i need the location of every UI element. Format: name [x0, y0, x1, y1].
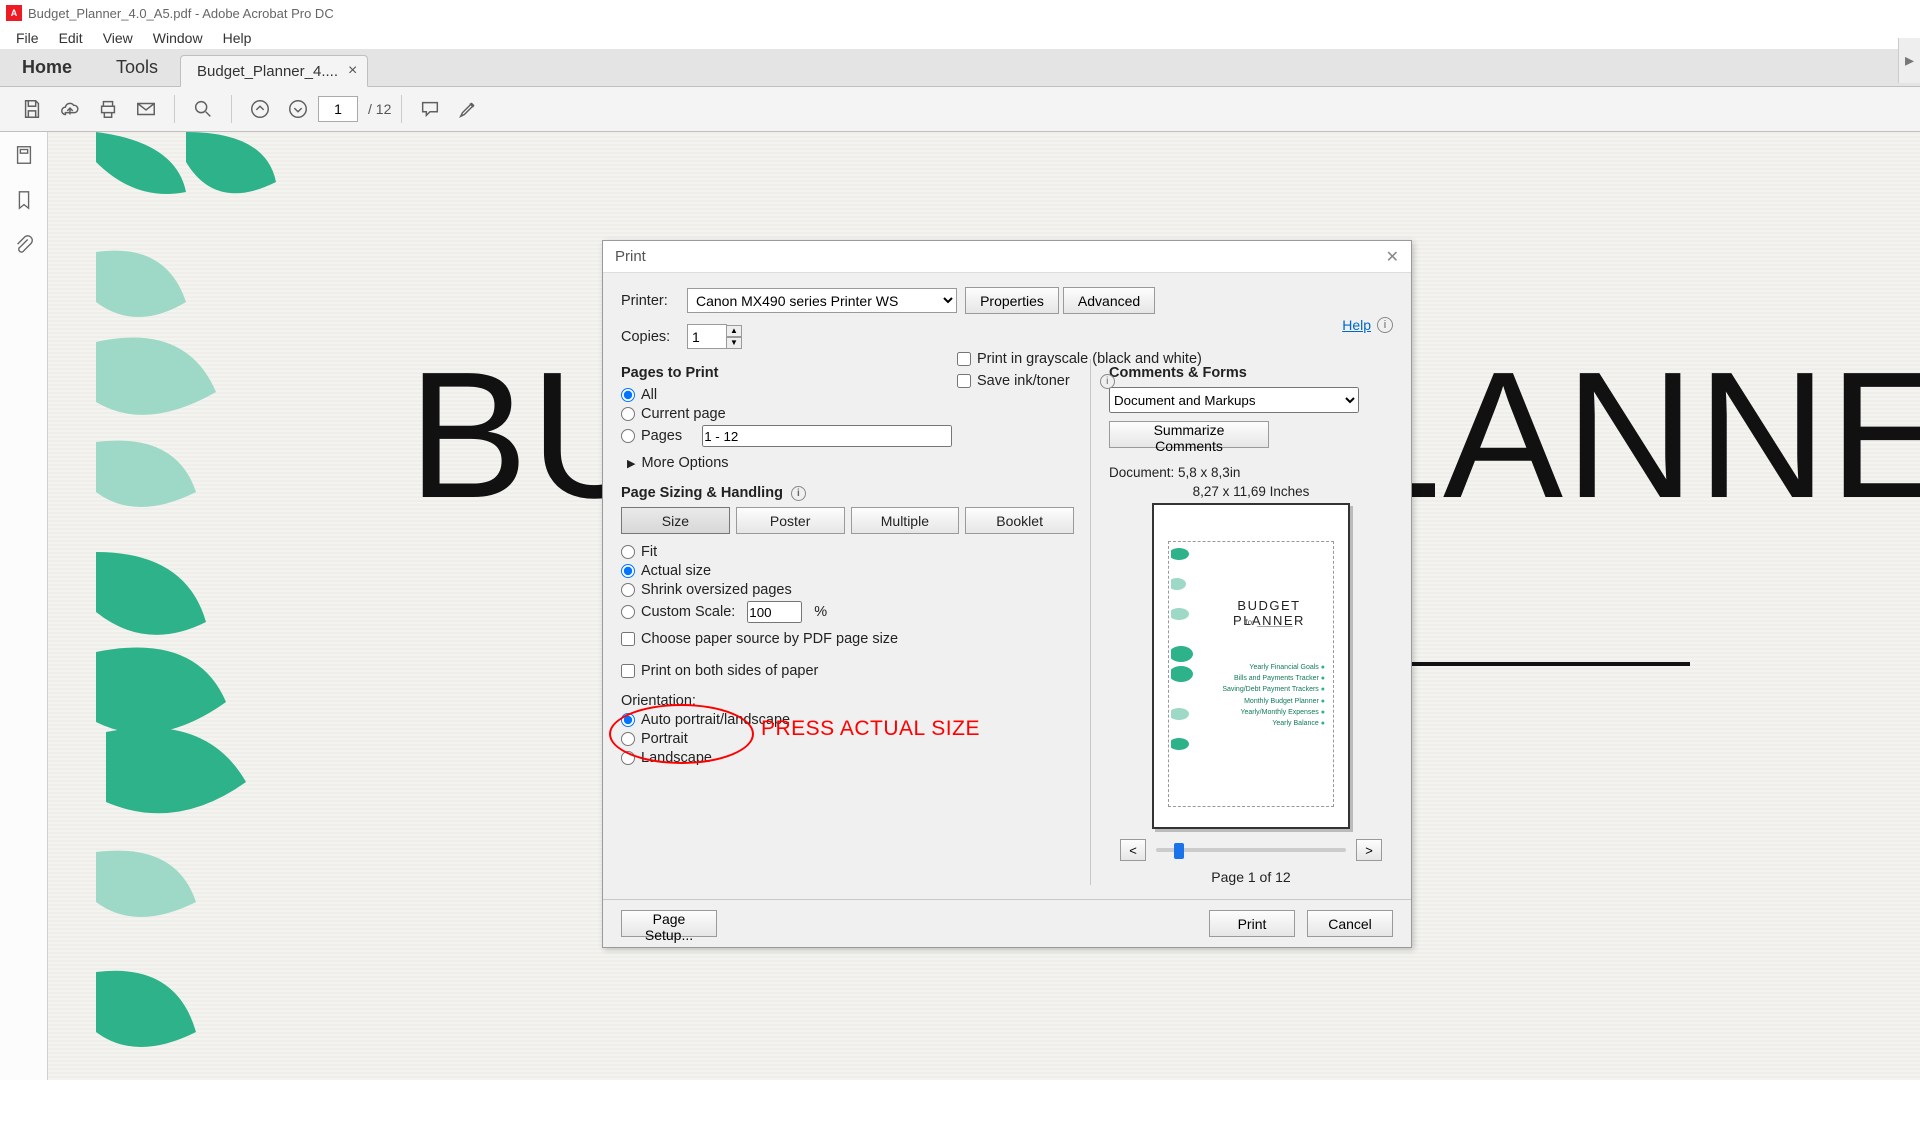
pages-range-input[interactable] [702, 425, 952, 447]
preview-slider-thumb[interactable] [1174, 843, 1184, 859]
copies-input[interactable] [687, 324, 727, 349]
radio-all-label: All [641, 387, 657, 403]
printer-label: Printer: [621, 293, 687, 309]
seg-multiple-button[interactable]: Multiple [851, 507, 960, 534]
advanced-button[interactable]: Advanced [1063, 287, 1155, 314]
radio-landscape[interactable] [621, 751, 635, 765]
cancel-button[interactable]: Cancel [1307, 910, 1393, 937]
preview-for: for ________ [1211, 618, 1327, 627]
print-button[interactable]: Print [1209, 910, 1295, 937]
dialog-titlebar[interactable]: Print ✕ [603, 241, 1411, 273]
dialog-overlay: Print ✕ Help i Printer: Canon MX490 seri… [0, 0, 1920, 1080]
radio-actual-size[interactable] [621, 564, 635, 578]
summarize-comments-button[interactable]: Summarize Comments [1109, 421, 1269, 448]
radio-landscape-label: Landscape [641, 750, 712, 766]
radio-pages[interactable] [621, 429, 635, 443]
radio-custom-scale[interactable] [621, 605, 635, 619]
seg-size-button[interactable]: Size [621, 507, 730, 534]
custom-scale-pct: % [814, 604, 827, 620]
preview-slider[interactable] [1156, 848, 1346, 852]
radio-all[interactable] [621, 388, 635, 402]
printer-select[interactable]: Canon MX490 series Printer WS [687, 288, 957, 313]
more-options-toggle[interactable]: ▶More Options [627, 455, 1074, 471]
radio-shrink-label: Shrink oversized pages [641, 582, 792, 598]
radio-custom-scale-label: Custom Scale: [641, 604, 735, 620]
orientation-label: Orientation: [621, 693, 1074, 709]
both-sides-checkbox[interactable] [621, 664, 635, 678]
copies-label: Copies: [621, 329, 687, 345]
radio-current-page[interactable] [621, 407, 635, 421]
radio-fit-label: Fit [641, 544, 657, 560]
radio-fit[interactable] [621, 545, 635, 559]
preview-next-button[interactable]: > [1356, 839, 1382, 861]
document-dimensions: Document: 5,8 x 8,3in [1109, 465, 1393, 480]
properties-button[interactable]: Properties [965, 287, 1059, 314]
radio-actual-size-label: Actual size [641, 563, 711, 579]
print-dialog: Print ✕ Help i Printer: Canon MX490 seri… [602, 240, 1412, 948]
radio-shrink[interactable] [621, 583, 635, 597]
chevron-right-icon: ▶ [627, 457, 635, 470]
both-sides-label: Print on both sides of paper [641, 663, 818, 679]
radio-pages-label: Pages [641, 428, 682, 444]
preview-list: Yearly Financial Goals Bills and Payment… [1222, 662, 1325, 729]
radio-portrait[interactable] [621, 732, 635, 746]
seg-booklet-button[interactable]: Booklet [965, 507, 1074, 534]
copies-up-icon[interactable]: ▲ [726, 325, 742, 337]
pages-to-print-heading: Pages to Print [621, 365, 1074, 381]
paper-dimensions: 8,27 x 11,69 Inches [1109, 484, 1393, 499]
preview-page-label: Page 1 of 12 [1109, 869, 1393, 885]
radio-portrait-label: Portrait [641, 731, 688, 747]
radio-current-label: Current page [641, 406, 726, 422]
custom-scale-input[interactable] [747, 601, 802, 623]
copies-down-icon[interactable]: ▼ [726, 337, 742, 349]
dialog-close-icon[interactable]: ✕ [1386, 247, 1399, 267]
save-ink-info-icon[interactable]: i [1100, 374, 1115, 389]
help-link[interactable]: Help [1342, 317, 1371, 333]
seg-poster-button[interactable]: Poster [736, 507, 845, 534]
page-sizing-info-icon[interactable]: i [791, 486, 806, 501]
annotation-text: PRESS ACTUAL SIZE [761, 717, 980, 741]
choose-paper-checkbox[interactable] [621, 632, 635, 646]
dialog-title: Print [615, 248, 646, 265]
radio-auto-orient[interactable] [621, 713, 635, 727]
page-sizing-heading: Page Sizing & Handling [621, 485, 783, 501]
help-info-icon[interactable]: i [1377, 317, 1393, 333]
page-setup-button[interactable]: Page Setup... [621, 910, 717, 937]
print-preview: BUDGET PLANNER for ________ Yearly Finan… [1152, 503, 1350, 829]
preview-prev-button[interactable]: < [1120, 839, 1146, 861]
choose-paper-label: Choose paper source by PDF page size [641, 631, 898, 647]
